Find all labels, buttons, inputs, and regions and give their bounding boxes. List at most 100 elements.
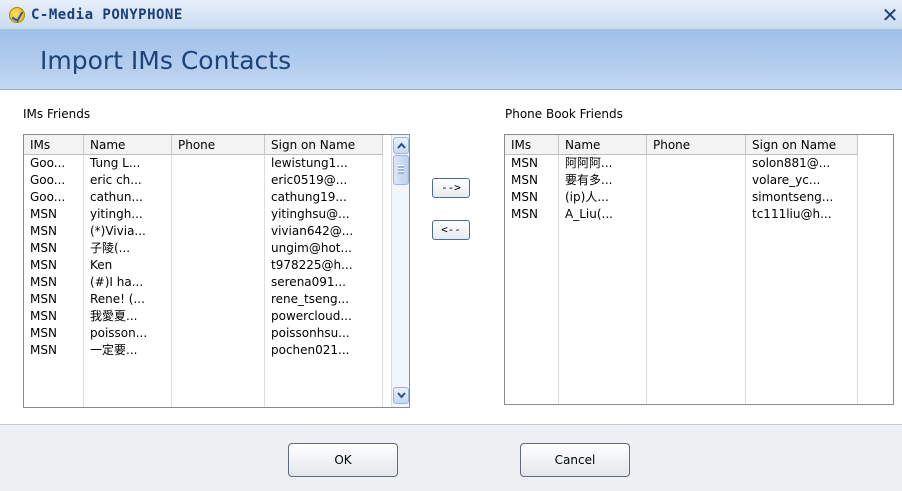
- table-row[interactable]: MSN 一定要... pochen021...: [24, 342, 383, 359]
- ims-cell: MSN: [30, 275, 57, 289]
- window-title: C-Media PONYPHONE: [31, 7, 183, 23]
- name-cell: Rene! (...: [90, 292, 145, 306]
- sign-on-name-cell: poissonhsu...: [271, 326, 350, 340]
- table-row[interactable]: MSN (ip)人... simontseng...: [505, 189, 858, 206]
- phone-cell: [647, 155, 746, 172]
- phone-cell: [647, 189, 746, 206]
- chevron-down-icon: [397, 392, 406, 399]
- name-cell: A_Liu(...: [565, 207, 613, 221]
- table-row[interactable]: MSN (*)Vivia... vivian642@...: [24, 223, 383, 240]
- column-header[interactable]: Sign on Name: [265, 135, 383, 155]
- phone-cell: [172, 291, 265, 308]
- sign-on-name-cell: volare_yc...: [752, 173, 821, 187]
- vertical-scrollbar[interactable]: [391, 135, 409, 407]
- name-cell: 要有多...: [565, 173, 613, 187]
- app-logo-icon: [9, 7, 25, 23]
- sign-on-name-cell: powercloud...: [271, 309, 352, 323]
- table-row[interactable]: MSN 我愛夏... powercloud...: [24, 308, 383, 325]
- table-row[interactable]: MSN Ken t978225@h...: [24, 257, 383, 274]
- title-bar[interactable]: C-Media PONYPHONE ✕: [0, 0, 902, 30]
- dialog-title: Import IMs Contacts: [40, 46, 292, 75]
- table-body: MSN 阿阿阿... solon881@... MSN 要有多... volare_yc.…: [505, 155, 858, 223]
- phone-cell: [172, 155, 265, 172]
- phone-cell: [172, 308, 265, 325]
- table-row[interactable]: MSN poisson... poissonhsu...: [24, 325, 383, 342]
- table-row[interactable]: MSN 阿阿阿... solon881@...: [505, 155, 858, 172]
- ims-cell: Goo...: [30, 190, 66, 204]
- name-cell: cathun...: [90, 190, 143, 204]
- name-cell: eric ch...: [90, 173, 142, 187]
- table-row[interactable]: MSN Rene! (... rene_tseng...: [24, 291, 383, 308]
- table-row[interactable]: MSN 子陵(... ungim@hot...: [24, 240, 383, 257]
- column-header[interactable]: Sign on Name: [746, 135, 858, 155]
- name-cell: Tung L...: [90, 156, 141, 170]
- table-header: IMs Name Phone Sign on Name: [505, 135, 858, 155]
- ims-cell: Goo...: [30, 173, 66, 187]
- table-row[interactable]: MSN (#)I ha... serena091...: [24, 274, 383, 291]
- phone-cell: [172, 257, 265, 274]
- ims-cell: MSN: [511, 190, 538, 204]
- sign-on-name-cell: solon881@...: [752, 156, 831, 170]
- ims-cell: MSN: [30, 309, 57, 323]
- ims-cell: MSN: [30, 207, 57, 221]
- table-header: IMs Name Phone Sign on Name: [24, 135, 383, 155]
- phone-book-friends-label: Phone Book Friends: [505, 107, 623, 121]
- scroll-down-button[interactable]: [393, 387, 409, 404]
- column-header[interactable]: Name: [559, 135, 647, 155]
- ims-cell: Goo...: [30, 156, 66, 170]
- ims-cell: MSN: [30, 326, 57, 340]
- phone-cell: [172, 189, 265, 206]
- sign-on-name-cell: t978225@h...: [271, 258, 353, 272]
- sign-on-name-cell: tc111liu@h...: [752, 207, 832, 221]
- cancel-button[interactable]: Cancel: [520, 443, 630, 477]
- ims-cell: MSN: [511, 173, 538, 187]
- import-contacts-dialog: C-Media PONYPHONE ✕ Import IMs Contacts …: [0, 0, 902, 491]
- name-cell: 子陵(...: [90, 241, 131, 255]
- sign-on-name-cell: simontseng...: [752, 190, 834, 204]
- column-header[interactable]: Phone: [172, 135, 265, 155]
- column-header[interactable]: IMs: [505, 135, 559, 155]
- column-header[interactable]: IMs: [24, 135, 84, 155]
- column-header[interactable]: Phone: [647, 135, 746, 155]
- table-body: Goo... Tung L... lewistung1... Goo... eric c…: [24, 155, 383, 359]
- table-row[interactable]: Goo... Tung L... lewistung1...: [24, 155, 383, 172]
- table-row[interactable]: Goo... cathun... cathung19...: [24, 189, 383, 206]
- phone-cell: [172, 172, 265, 189]
- name-cell: (*)Vivia...: [90, 224, 146, 238]
- phone-cell: [172, 240, 265, 257]
- phone-cell: [172, 325, 265, 342]
- phone-cell: [647, 206, 746, 223]
- close-button[interactable]: ✕: [880, 4, 900, 26]
- phone-cell: [172, 342, 265, 359]
- name-cell: (ip)人...: [565, 190, 609, 204]
- table-row[interactable]: MSN 要有多... volare_yc...: [505, 172, 858, 189]
- sign-on-name-cell: yitinghsu@...: [271, 207, 350, 221]
- table-row[interactable]: MSN A_Liu(... tc111liu@h...: [505, 206, 858, 223]
- name-cell: 阿阿阿...: [565, 156, 613, 170]
- phone-cell: [172, 206, 265, 223]
- ims-cell: MSN: [30, 343, 57, 357]
- sign-on-name-cell: pochen021...: [271, 343, 350, 357]
- ims-cell: MSN: [30, 258, 57, 272]
- add-contact-button[interactable]: -->: [432, 178, 470, 198]
- ims-cell: MSN: [30, 224, 57, 238]
- dialog-footer: OK Cancel: [0, 424, 902, 491]
- column-header[interactable]: Name: [84, 135, 172, 155]
- name-cell: (#)I ha...: [90, 275, 144, 289]
- table-row[interactable]: Goo... eric ch... eric0519@...: [24, 172, 383, 189]
- phone-book-friends-table[interactable]: IMs Name Phone Sign on Name MSN 阿阿阿... solon8…: [504, 134, 894, 405]
- name-cell: yitingh...: [90, 207, 143, 221]
- ok-button[interactable]: OK: [288, 443, 398, 477]
- scroll-thumb[interactable]: [393, 155, 409, 185]
- ims-cell: MSN: [30, 241, 57, 255]
- table-row[interactable]: MSN yitingh... yitinghsu@...: [24, 206, 383, 223]
- ims-friends-table[interactable]: IMs Name Phone Sign on Name Goo... Tung L...…: [23, 134, 410, 408]
- phone-cell: [172, 223, 265, 240]
- remove-contact-button[interactable]: <--: [432, 220, 470, 240]
- sign-on-name-cell: serena091...: [271, 275, 346, 289]
- sign-on-name-cell: rene_tseng...: [271, 292, 350, 306]
- sign-on-name-cell: vivian642@...: [271, 224, 354, 238]
- scroll-up-button[interactable]: [393, 137, 409, 154]
- ims-cell: MSN: [30, 292, 57, 306]
- header-band: Import IMs Contacts: [0, 30, 902, 90]
